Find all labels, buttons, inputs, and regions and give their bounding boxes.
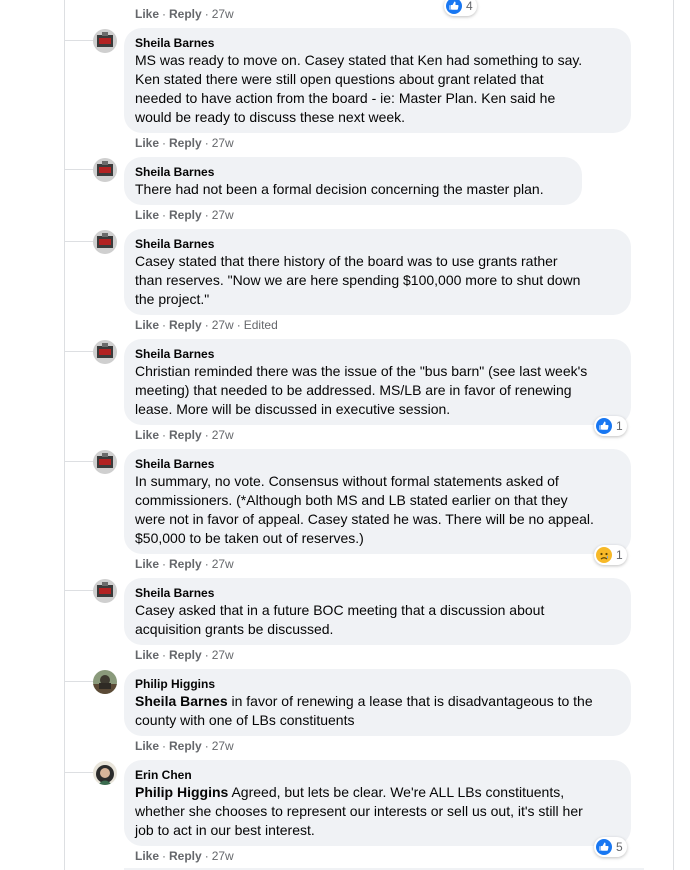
comment-actions: Like · Reply · 27w · Edited: [135, 318, 278, 332]
avatar[interactable]: [93, 761, 117, 785]
comment-bubble: Erin Chen Philip Higgins Agreed, but let…: [124, 760, 631, 846]
mention-tag[interactable]: Sheila Barnes: [135, 693, 228, 709]
timestamp[interactable]: 27w: [212, 557, 234, 571]
like-link[interactable]: Like: [135, 849, 159, 863]
avatar[interactable]: [93, 579, 117, 603]
comment-actions: Like · Reply · 27w: [135, 136, 234, 150]
thread-connector: [64, 169, 94, 170]
like-link[interactable]: Like: [135, 557, 159, 571]
like-link[interactable]: Like: [135, 648, 159, 662]
comment-actions: Like · Reply · 27w: [135, 739, 234, 753]
comment-text: Casey asked that in a future BOC meeting…: [135, 602, 545, 637]
thread-connector: [64, 681, 94, 682]
comment-text: Christian reminded there was the issue o…: [135, 363, 588, 417]
thread-left-border: [64, 0, 65, 870]
like-link[interactable]: Like: [135, 739, 159, 753]
comment-author[interactable]: Erin Chen: [135, 767, 619, 783]
comment-text: Sheila Barnes in favor of renewing a lea…: [135, 693, 593, 728]
timestamp[interactable]: 27w: [212, 208, 234, 222]
comment-text: There had not been a formal decision con…: [135, 181, 544, 197]
like-link[interactable]: Like: [135, 7, 159, 21]
timestamp[interactable]: 27w: [212, 136, 234, 150]
reply-link[interactable]: Reply: [169, 648, 202, 662]
reply-link[interactable]: Reply: [169, 318, 202, 332]
edited-label[interactable]: Edited: [244, 318, 278, 332]
thread-connector: [64, 40, 94, 41]
avatar[interactable]: [93, 670, 117, 694]
comment-author[interactable]: Philip Higgins: [135, 676, 619, 692]
reaction-badge[interactable]: 1: [594, 416, 627, 436]
avatar[interactable]: [93, 340, 117, 364]
timestamp[interactable]: 27w: [212, 318, 234, 332]
avatar[interactable]: [93, 450, 117, 474]
reaction-count: 4: [466, 0, 473, 13]
comment-author[interactable]: Sheila Barnes: [135, 585, 619, 601]
comment-bubble: Sheila Barnes There had not been a forma…: [124, 157, 582, 205]
reaction-badge-top[interactable]: 4: [444, 0, 477, 16]
reaction-badge[interactable]: 5: [594, 837, 627, 857]
comment-bubble: Sheila Barnes Casey stated that there hi…: [124, 229, 631, 315]
reply-link[interactable]: Reply: [169, 739, 202, 753]
comment-author[interactable]: Sheila Barnes: [135, 456, 619, 472]
avatar[interactable]: [93, 158, 117, 182]
timestamp[interactable]: 27w: [212, 428, 234, 442]
comment-bubble: Sheila Barnes In summary, no vote. Conse…: [124, 449, 631, 554]
reaction-count: 5: [616, 840, 623, 854]
comment-actions: Like · Reply · 27w: [135, 208, 234, 222]
like-reaction-icon: [596, 418, 612, 434]
like-reaction-icon: [596, 839, 612, 855]
thread-connector: [64, 241, 94, 242]
thread-connector: [64, 351, 94, 352]
comment-author[interactable]: Sheila Barnes: [135, 236, 619, 252]
comment-author[interactable]: Sheila Barnes: [135, 164, 570, 180]
comment-text: Philip Higgins Agreed, but lets be clear…: [135, 784, 583, 838]
comment-bubble: Sheila Barnes MS was ready to move on. C…: [124, 28, 631, 133]
avatar[interactable]: [93, 29, 117, 53]
comment-bubble: Philip Higgins Sheila Barnes in favor of…: [124, 669, 631, 736]
comment-actions: Like · Reply · 27w: [135, 557, 234, 571]
comment-text: MS was ready to move on. Casey stated th…: [135, 52, 583, 125]
reply-link[interactable]: Reply: [169, 136, 202, 150]
sad-reaction-icon: [596, 547, 612, 563]
reply-link[interactable]: Reply: [169, 557, 202, 571]
comment-author[interactable]: Sheila Barnes: [135, 35, 619, 51]
reply-link[interactable]: Reply: [169, 428, 202, 442]
timestamp[interactable]: 27w: [212, 7, 234, 21]
comment-actions: Like · Reply · 27w: [135, 648, 234, 662]
like-link[interactable]: Like: [135, 136, 159, 150]
comment-text: Casey stated that there history of the b…: [135, 253, 581, 307]
comment-bubble: Sheila Barnes Casey asked that in a futu…: [124, 578, 631, 645]
like-link[interactable]: Like: [135, 208, 159, 222]
reply-link[interactable]: Reply: [169, 208, 202, 222]
comment-actions-top: Like · Reply · 27w: [135, 7, 234, 21]
thread-connector: [64, 772, 94, 773]
like-link[interactable]: Like: [135, 318, 159, 332]
comment-author[interactable]: Sheila Barnes: [135, 346, 619, 362]
mention-tag[interactable]: Philip Higgins: [135, 784, 228, 800]
like-link[interactable]: Like: [135, 428, 159, 442]
thread-right-border: [673, 0, 674, 870]
timestamp[interactable]: 27w: [212, 739, 234, 753]
reply-link[interactable]: Reply: [169, 849, 202, 863]
reply-link[interactable]: Reply: [169, 7, 202, 21]
comment-bubble: Sheila Barnes Christian reminded there w…: [124, 339, 631, 425]
comment-text: In summary, no vote. Consensus without f…: [135, 473, 594, 546]
reaction-count: 1: [616, 419, 623, 433]
timestamp[interactable]: 27w: [212, 849, 234, 863]
reaction-count: 1: [616, 548, 623, 562]
thread-connector: [64, 461, 94, 462]
reaction-badge[interactable]: 1: [594, 545, 627, 565]
comment-actions: Like · Reply · 27w: [135, 428, 234, 442]
timestamp[interactable]: 27w: [212, 648, 234, 662]
avatar[interactable]: [93, 230, 117, 254]
comment-actions: Like · Reply · 27w: [135, 849, 234, 863]
like-reaction-icon: [446, 0, 462, 14]
thread-connector: [64, 590, 94, 591]
